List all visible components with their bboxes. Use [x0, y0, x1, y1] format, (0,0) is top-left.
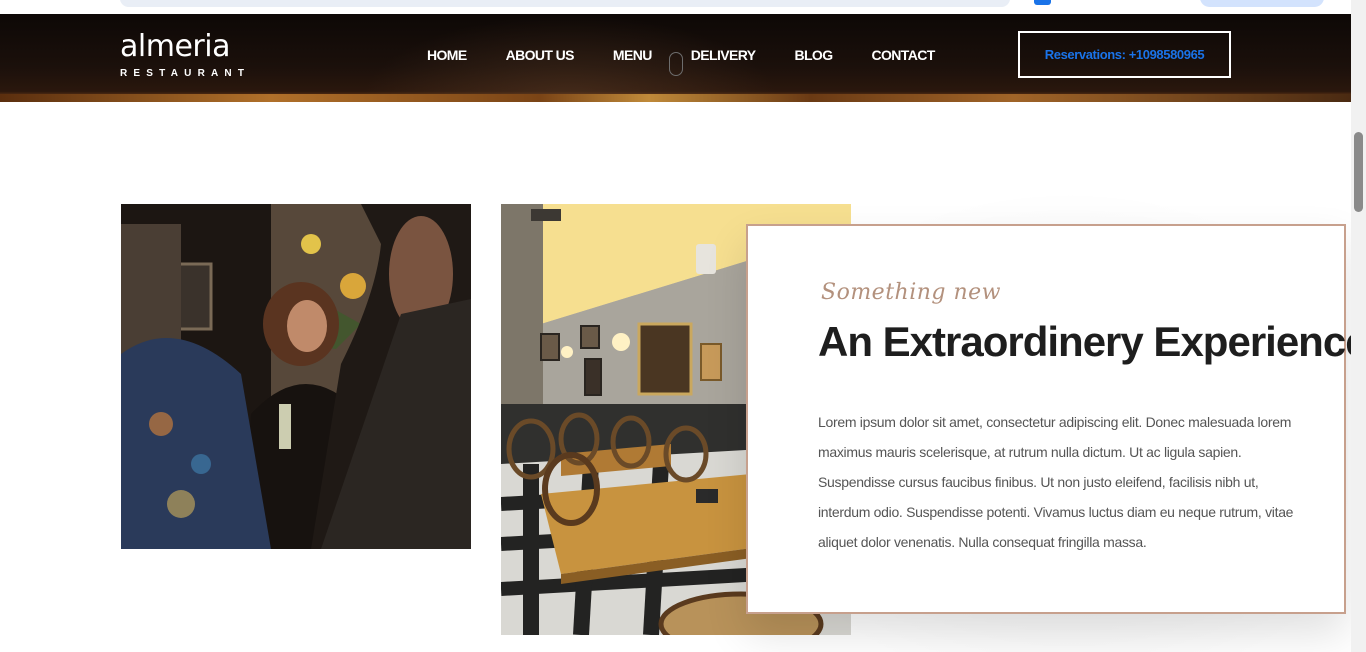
mouse-cursor-icon	[669, 52, 683, 76]
nav-item-home[interactable]: HOME	[427, 47, 467, 63]
feature-title: An Extraordinery Experience	[818, 318, 1366, 365]
logo-tagline: RESTAURANT	[120, 68, 251, 79]
page-scrollbar[interactable]	[1351, 0, 1366, 652]
site-logo[interactable]: almeria RESTAURANT	[120, 29, 251, 80]
nav-item-delivery[interactable]: DELIVERY	[691, 47, 756, 63]
guests-photo	[121, 204, 471, 549]
nav-item-menu[interactable]: MENU	[613, 47, 652, 63]
logo-name: almeria	[120, 29, 230, 64]
browser-top-edge	[0, 0, 1351, 14]
header-hero-image-edge	[0, 94, 1351, 102]
scrollbar-thumb[interactable]	[1354, 132, 1363, 212]
guests-photo-illustration	[121, 204, 471, 549]
feature-body-text: Lorem ipsum dolor sit amet, consectetur …	[818, 414, 1294, 550]
address-bar-edge[interactable]	[120, 0, 1010, 7]
feature-card: Something new An Extraordinery Experienc…	[746, 224, 1366, 614]
nav-item-blog[interactable]: BLOG	[794, 47, 833, 63]
reservations-button[interactable]: Reservations: +1098580965	[1018, 31, 1231, 78]
feature-kicker: Something new	[821, 280, 1002, 305]
extension-icon[interactable]	[1034, 0, 1051, 5]
profile-pill[interactable]	[1200, 0, 1324, 7]
nav-item-contact[interactable]: CONTACT	[872, 47, 936, 63]
nav-item-about-us[interactable]: ABOUT US	[506, 47, 575, 63]
